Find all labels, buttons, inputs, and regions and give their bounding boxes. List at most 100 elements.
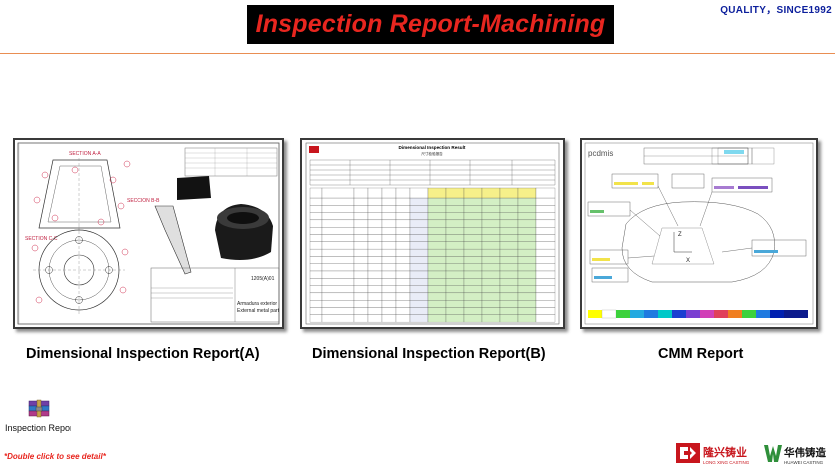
table-cell — [353, 248, 369, 257]
table-cell — [481, 270, 501, 279]
table-column-header — [353, 187, 369, 199]
table-cell — [427, 300, 447, 308]
table-cell — [535, 256, 556, 264]
table-cell — [499, 307, 519, 315]
table-cell — [381, 256, 397, 264]
table-cell — [463, 197, 483, 206]
table-cell — [445, 263, 465, 272]
table-cell — [381, 248, 397, 257]
table-cell — [517, 285, 537, 294]
table-cell — [427, 205, 447, 213]
table-cell — [445, 219, 465, 228]
table-cell — [517, 241, 537, 250]
table-cell — [445, 241, 465, 250]
table-cell — [395, 219, 411, 228]
table-cell — [381, 300, 397, 308]
table-cell — [309, 292, 323, 301]
table-cell — [321, 300, 355, 308]
table-cell — [481, 241, 501, 250]
title-banner: Inspection Report-Machining — [247, 5, 614, 44]
table-cell — [481, 227, 501, 235]
table-cell — [535, 197, 556, 206]
table-cell — [517, 234, 537, 242]
table-cell — [535, 227, 556, 235]
table-cell — [395, 205, 411, 213]
table-cell — [481, 292, 501, 301]
table-cell — [309, 219, 323, 228]
table-cell — [353, 285, 369, 294]
table-cell — [499, 241, 519, 250]
table-cell — [427, 278, 447, 286]
table-cell — [517, 248, 537, 257]
table-column-header — [309, 187, 323, 199]
table-cell — [367, 219, 383, 228]
table-cell — [321, 285, 355, 294]
part-desc-1: Armadura exterior — [237, 301, 277, 307]
table-cell — [463, 248, 483, 257]
table-cell — [427, 212, 447, 221]
table-column-header — [367, 187, 383, 199]
table-cell — [517, 314, 537, 323]
logo-mark-icon — [309, 146, 319, 153]
table-cell — [517, 278, 537, 286]
table-cell — [367, 212, 383, 221]
table-cell — [309, 241, 323, 250]
table-cell — [427, 248, 447, 257]
table-cell — [353, 205, 369, 213]
table-cell — [353, 292, 369, 301]
table-cell — [535, 300, 556, 308]
table-cell — [463, 212, 483, 221]
table-cell — [499, 263, 519, 272]
table-cell — [427, 270, 447, 279]
report-b-thumbnail[interactable]: Dimensional Inspection Result 尺寸检验报告 — [300, 138, 565, 329]
table-cell — [353, 314, 369, 323]
table-cell — [427, 219, 447, 228]
table-cell — [499, 314, 519, 323]
table-cell — [367, 197, 383, 206]
table-cell — [427, 314, 447, 323]
table-cell — [321, 219, 355, 228]
table-cell — [445, 314, 465, 323]
table-cell — [427, 227, 447, 235]
report-c-thumbnail[interactable]: pcdmis Z X — [580, 138, 818, 329]
table-cell — [409, 278, 429, 286]
table-cell — [381, 219, 397, 228]
table-column-header — [427, 187, 447, 199]
table-cell — [481, 256, 501, 264]
table-cell — [309, 212, 323, 221]
longxing-casting-logo: 隆兴铸业 LONG XING CASTING — [676, 442, 756, 466]
table-cell — [367, 278, 383, 286]
table-cell — [309, 248, 323, 257]
table-column-header — [445, 187, 465, 199]
table-cell — [481, 212, 501, 221]
table-cell — [499, 219, 519, 228]
table-cell — [321, 307, 355, 315]
table-cell — [321, 197, 355, 206]
table-cell — [353, 300, 369, 308]
huawei-en-text: HUAWEI CASTING — [784, 460, 824, 465]
table-cell — [409, 300, 429, 308]
table-cell — [445, 227, 465, 235]
table-cell — [309, 205, 323, 213]
huawei-casting-logo: 华伟铸造 HUAWEI CASTING — [763, 442, 833, 466]
winrar-archive-icon[interactable] — [28, 399, 50, 419]
header-divider — [0, 53, 835, 54]
table-column-header — [381, 187, 397, 199]
table-cell — [481, 248, 501, 257]
table-cell — [409, 227, 429, 235]
section-b-label: SECCION B-B — [127, 198, 160, 204]
table-cell — [395, 234, 411, 242]
table-cell — [395, 307, 411, 315]
longxing-cn-text: 隆兴铸业 — [703, 445, 747, 459]
table-cell — [367, 285, 383, 294]
table-cell — [409, 256, 429, 264]
report-a-thumbnail[interactable]: SECTION A-A SECTION C-C SECCION B-B Arma… — [13, 138, 284, 329]
table-cell — [463, 241, 483, 250]
table-cell — [445, 270, 465, 279]
table-cell — [427, 292, 447, 301]
table-cell — [499, 285, 519, 294]
table-cell — [395, 263, 411, 272]
table-cell — [517, 227, 537, 235]
table-cell — [499, 212, 519, 221]
attachment-filename[interactable]: Inspection Report-Machining — [5, 423, 71, 434]
